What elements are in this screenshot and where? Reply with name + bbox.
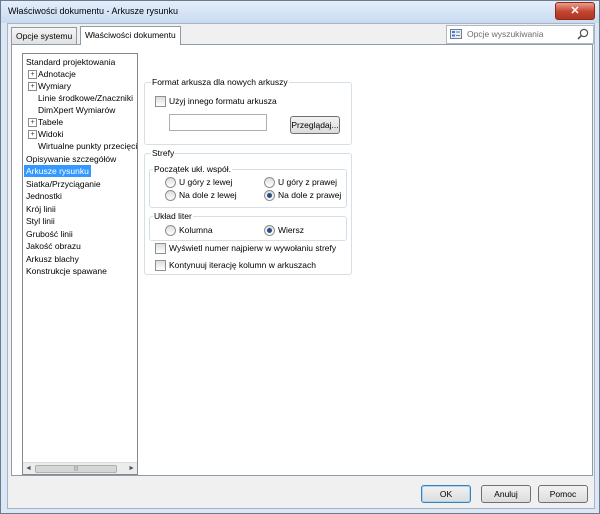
ok-button[interactable]: OK — [421, 485, 471, 503]
tree-horizontal-scrollbar[interactable]: ◄ ||| ► — [23, 462, 137, 474]
continue-iteration-checkbox[interactable] — [155, 260, 166, 271]
scroll-thumb[interactable]: ||| — [35, 465, 117, 473]
tree-item-label: Jakość obrazu — [26, 241, 81, 251]
origin-top-left-label: U góry z lewej — [179, 177, 233, 187]
sheet-format-group-title: Format arkusza dla nowych arkuszy — [151, 77, 289, 87]
continue-iteration-label: Kontynuuj iterację kolumn w arkuszach — [169, 260, 316, 270]
origin-bottom-left-radio[interactable] — [165, 190, 176, 201]
expand-icon[interactable]: + — [28, 70, 37, 79]
layout-row-label: Wiersz — [278, 225, 304, 235]
expander-glyph: + — [30, 71, 35, 78]
sheet-format-path-input[interactable] — [169, 114, 267, 131]
tree-item-label: Tabele — [38, 117, 64, 127]
origin-bottom-right-label: Na dole z prawej — [278, 190, 342, 200]
tree-item-grid-snap[interactable]: Siatka/Przyciąganie — [26, 178, 101, 190]
tree-item-detailing[interactable]: Opisywanie szczegółów — [26, 153, 116, 165]
cancel-button-label: Anuluj — [494, 489, 518, 499]
search-icon[interactable] — [577, 28, 589, 40]
tree-item-virtual-sharps[interactable]: Wirtualne punkty przecięcia — [38, 140, 138, 152]
tree-item-label: Opisywanie szczegółów — [26, 154, 117, 164]
options-list-icon — [450, 29, 462, 39]
origin-bottom-right-radio[interactable] — [264, 190, 275, 201]
search-placeholder: Opcje wyszukiwania — [467, 29, 544, 39]
close-button[interactable]: ✕ — [555, 2, 595, 20]
tree-item-label: Grubość linii — [26, 229, 73, 239]
dialog-client-area: Opcje systemu Właściwości dokumentu Opcj… — [7, 23, 595, 509]
tree-item-line-style[interactable]: Styl linii — [26, 215, 55, 227]
tree-item-label: Adnotacje — [38, 69, 76, 79]
zones-group: Strefy Początek ukł. współ. U góry z lew… — [144, 148, 352, 275]
help-button[interactable]: Pomoc — [538, 485, 588, 503]
use-other-format-label: Użyj innego formatu arkusza — [169, 96, 277, 106]
ok-button-label: OK — [439, 489, 453, 499]
layout-column-radio[interactable] — [165, 225, 176, 236]
browse-button[interactable]: Przeglądaj... — [290, 116, 340, 134]
options-tree[interactable]: Standard projektowania + Adnotacje + Wym… — [22, 53, 138, 475]
close-icon: ✕ — [570, 5, 580, 17]
search-options-input[interactable]: Opcje wyszukiwania — [446, 25, 594, 44]
help-button-label: Pomoc — [549, 489, 577, 499]
tree-item-label: Arkusze rysunku — [26, 166, 89, 176]
tab-content-panel: Standard projektowania + Adnotacje + Wym… — [11, 44, 593, 476]
letter-layout-group: Układ liter Kolumna Wiersz — [149, 211, 347, 241]
tree-item-weldments[interactable]: Konstrukcje spawane — [26, 265, 107, 277]
layout-row-radio[interactable] — [264, 225, 275, 236]
tree-item-sheet-metal[interactable]: Arkusz blachy — [26, 253, 79, 265]
tree-item-units[interactable]: Jednostki — [26, 190, 62, 202]
tree-item-dimxpert[interactable]: DimXpert Wymiarów — [38, 104, 115, 116]
layout-column-label: Kolumna — [179, 225, 213, 235]
zones-group-title: Strefy — [151, 148, 176, 158]
expander-glyph: + — [30, 83, 35, 90]
tree-item-label: Wymiary — [38, 81, 71, 91]
scroll-right-icon[interactable]: ► — [128, 465, 135, 472]
tab-system-options[interactable]: Opcje systemu — [11, 27, 78, 44]
tree-item-label: Wirtualne punkty przecięcia — [38, 141, 138, 151]
tree-item-design-standard[interactable]: Standard projektowania — [26, 56, 115, 68]
tree-item-line-font[interactable]: Krój linii — [26, 203, 56, 215]
scroll-left-icon[interactable]: ◄ — [25, 465, 32, 472]
tree-item-label: DimXpert Wymiarów — [38, 105, 116, 115]
tree-item-label: Jednostki — [26, 191, 62, 201]
title-bar[interactable]: Właściwości dokumentu - Arkusze rysunku … — [1, 1, 599, 23]
tab-document-properties[interactable]: Właściwości dokumentu — [80, 26, 181, 45]
tree-item-image-quality[interactable]: Jakość obrazu — [26, 240, 81, 252]
tree-item-dimensions[interactable]: Wymiary — [38, 80, 71, 92]
show-number-first-label: Wyświetl numer najpierw w wywołaniu stre… — [169, 243, 337, 253]
dialog-window: Właściwości dokumentu - Arkusze rysunku … — [0, 0, 600, 514]
tree-item-label: Krój linii — [26, 204, 56, 214]
tree-item-annotations[interactable]: Adnotacje — [38, 68, 76, 80]
browse-button-label: Przeglądaj... — [291, 120, 339, 130]
cancel-button[interactable]: Anuluj — [481, 485, 531, 503]
tree-item-label: Styl linii — [26, 216, 55, 226]
tree-item-drawing-sheets[interactable]: Arkusze rysunku — [24, 165, 91, 177]
tab-label: Opcje systemu — [16, 31, 73, 41]
tree-item-views[interactable]: Widoki — [38, 128, 64, 140]
tree-item-label: Linie środkowe/Znaczniki — [38, 93, 133, 103]
letter-layout-group-title: Układ liter — [153, 211, 193, 221]
sheet-format-group: Format arkusza dla nowych arkuszy Użyj i… — [144, 77, 352, 145]
expand-icon[interactable]: + — [28, 118, 37, 127]
window-title: Właściwości dokumentu - Arkusze rysunku — [8, 6, 179, 16]
origin-top-right-radio[interactable] — [264, 177, 275, 188]
tree-item-label: Widoki — [38, 129, 64, 139]
tree-item-label: Siatka/Przyciąganie — [26, 179, 101, 189]
origin-top-left-radio[interactable] — [165, 177, 176, 188]
origin-group-title: Początek ukł. współ. — [153, 164, 233, 174]
use-other-format-checkbox[interactable] — [155, 96, 166, 107]
expander-glyph: + — [30, 131, 35, 138]
tree-item-tables[interactable]: Tabele — [38, 116, 63, 128]
expand-icon[interactable]: + — [28, 130, 37, 139]
origin-bottom-left-label: Na dole z lewej — [179, 190, 237, 200]
tree-item-line-thickness[interactable]: Grubość linii — [26, 228, 73, 240]
origin-group: Początek ukł. współ. U góry z lewej U gó… — [149, 164, 347, 208]
tree-item-centerlines[interactable]: Linie środkowe/Znaczniki — [38, 92, 133, 104]
expand-icon[interactable]: + — [28, 82, 37, 91]
tree-item-label: Arkusz blachy — [26, 254, 79, 264]
origin-top-right-label: U góry z prawej — [278, 177, 338, 187]
show-number-first-checkbox[interactable] — [155, 243, 166, 254]
tree-item-label: Konstrukcje spawane — [26, 266, 107, 276]
tree-item-label: Standard projektowania — [26, 57, 116, 67]
expander-glyph: + — [30, 119, 35, 126]
tab-label: Właściwości dokumentu — [85, 30, 176, 40]
